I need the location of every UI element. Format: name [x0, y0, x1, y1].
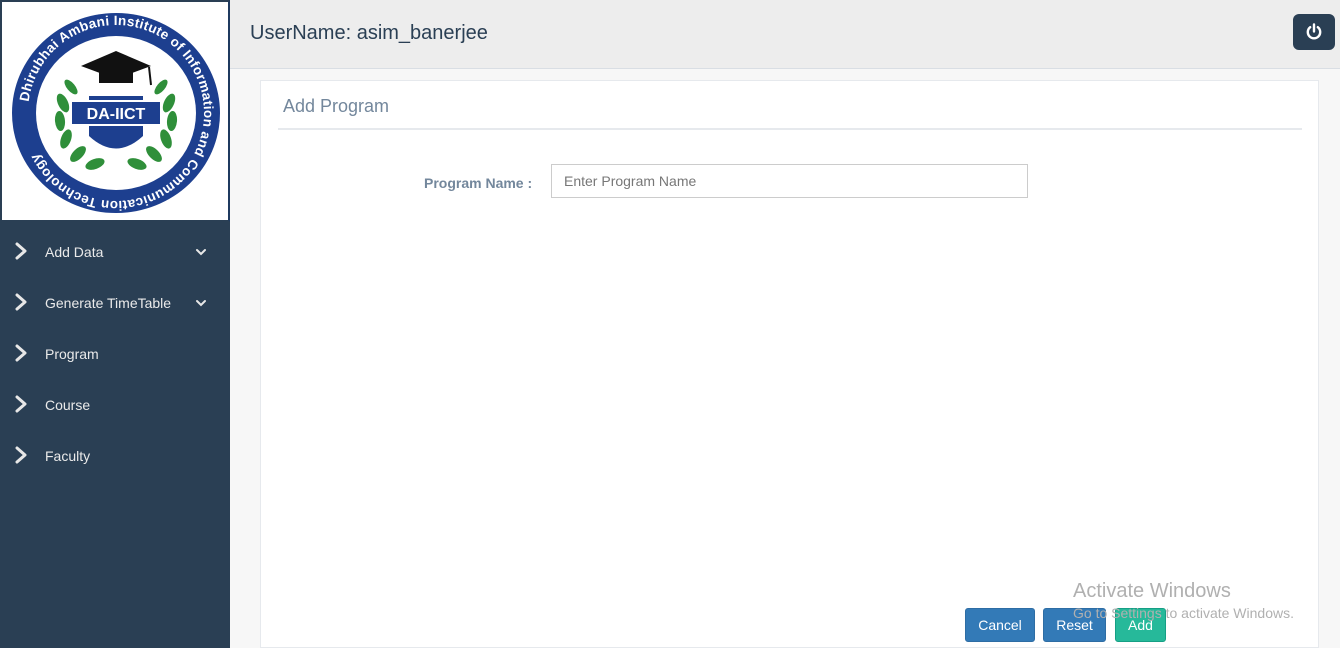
sidebar-item-generate-timetable[interactable]: Generate TimeTable [0, 277, 230, 328]
sidebar-item-label: Generate TimeTable [45, 295, 172, 311]
sidebar-item-faculty[interactable]: Faculty [0, 430, 230, 481]
sidebar-item-program[interactable]: Program [0, 328, 230, 379]
activate-windows-subtitle: Go to Settings to activate Windows. [1073, 605, 1294, 621]
chevron-right-icon [15, 344, 27, 362]
username-display: UserName: asim_banerjee [250, 22, 488, 44]
activate-windows-title: Activate Windows [1073, 580, 1231, 602]
chevron-right-icon [15, 242, 27, 260]
program-name-input[interactable] [551, 164, 1028, 198]
sidebar-item-course[interactable]: Course [0, 379, 230, 430]
chevron-down-icon [196, 300, 206, 307]
logout-button[interactable] [1293, 14, 1335, 50]
chevron-down-icon [196, 249, 206, 256]
svg-text:DA-IICT: DA-IICT [87, 106, 146, 123]
top-bar: UserName: asim_banerjee [230, 0, 1340, 69]
daiict-seal-icon: Dhirubhai Ambani Institute of Informatio… [12, 13, 220, 213]
sidebar-item-add-data[interactable]: Add Data [0, 226, 230, 277]
sidebar-item-label: Program [45, 346, 99, 362]
institute-logo: Dhirubhai Ambani Institute of Informatio… [0, 0, 230, 222]
chevron-right-icon [15, 446, 27, 464]
sidebar-item-label: Faculty [45, 448, 91, 464]
power-icon [1306, 23, 1322, 40]
panel-title: Add Program [283, 96, 390, 116]
sidebar-item-label: Course [45, 397, 91, 413]
chevron-right-icon [15, 395, 27, 413]
sidebar-menu: Add Data Generate TimeTable Program Cour… [0, 226, 230, 481]
add-program-panel: Add Program Program Name : [260, 80, 1319, 648]
cancel-button[interactable]: Cancel [965, 608, 1035, 642]
program-name-label: Program Name : [424, 175, 533, 191]
chevron-right-icon [15, 293, 27, 311]
panel-divider [278, 128, 1302, 130]
sidebar-item-label: Add Data [45, 244, 104, 260]
sidebar: Dhirubhai Ambani Institute of Informatio… [0, 0, 230, 648]
